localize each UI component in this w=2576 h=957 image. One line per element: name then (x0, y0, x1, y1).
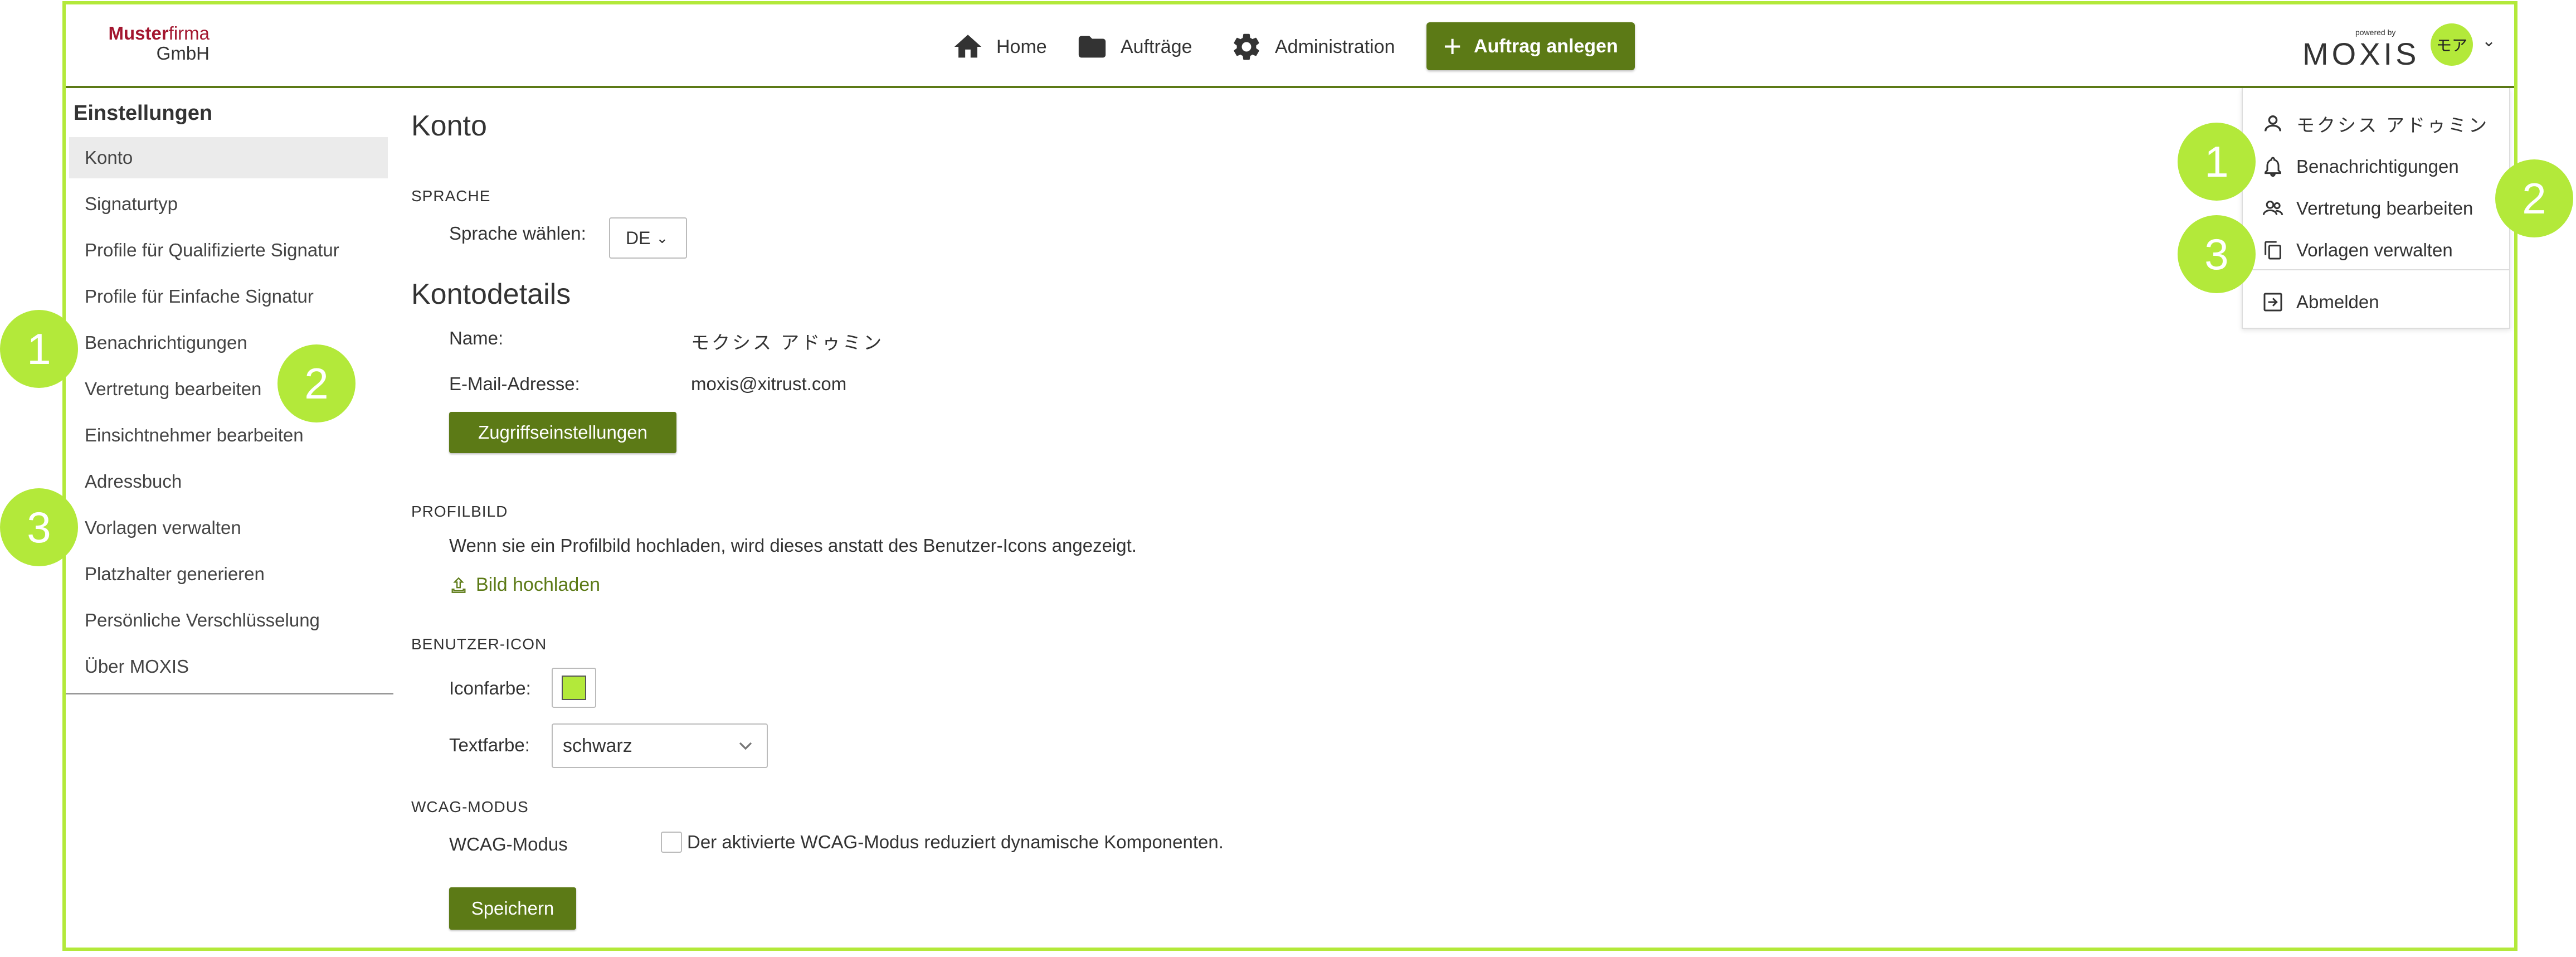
email-value: moxis@xitrust.com (691, 373, 847, 394)
sidebar-item-konto[interactable]: Konto (69, 137, 388, 178)
page-title: Konto (411, 110, 487, 142)
nav-auftraege-label: Aufträge (1121, 36, 1192, 57)
menu-divider (2243, 269, 2509, 270)
wcag-label: WCAG-Modus (449, 834, 568, 854)
menu-item-manage-templates[interactable]: Vorlagen verwalten (2262, 234, 2453, 267)
text-color-value: schwarz (563, 735, 632, 756)
menu-item-notifications-label: Benachrichtigungen (2296, 156, 2459, 177)
chevron-down-icon (739, 742, 752, 750)
menu-item-edit-substitution[interactable]: Vertretung bearbeiten (2262, 192, 2473, 225)
text-color-select[interactable]: schwarz (552, 723, 768, 768)
nav-auftraege[interactable]: Aufträge (1076, 25, 1192, 69)
language-label: Sprache wählen: (449, 223, 586, 244)
logout-icon (2263, 293, 2282, 312)
user-icon (2265, 115, 2281, 132)
users-icon (2262, 201, 2283, 215)
sidebar-item-qualified-signature-profiles[interactable]: Profile für Qualifizierte Signatur (69, 230, 388, 271)
callout-badge: 3 (0, 488, 78, 566)
sidebar-item-generate-placeholders[interactable]: Platzhalter generieren (69, 553, 388, 595)
moxis-brand-logo: powered by MOXIS (2302, 28, 2419, 71)
sidebar-item-edit-viewers[interactable]: Einsichtnehmer bearbeiten (69, 415, 388, 456)
chevron-down-icon: ⌄ (656, 229, 669, 246)
menu-item-user[interactable]: モクシス アドゥミン (2262, 107, 2489, 140)
callout-badge: 3 (2178, 215, 2256, 293)
callout-badge: 2 (2495, 159, 2573, 237)
brand-name: MOXIS (2302, 36, 2420, 71)
name-label: Name: (449, 328, 504, 348)
email-label: E-Mail-Adresse: (449, 373, 580, 394)
language-value: DE (626, 227, 651, 248)
avatar-initials: モア (2436, 37, 2467, 54)
menu-item-logout[interactable]: Abmelden (2262, 285, 2379, 319)
callout-badge: 1 (0, 310, 78, 388)
create-order-button[interactable]: + Auftrag anlegen (1426, 22, 1635, 70)
sidebar-item-manage-templates[interactable]: Vorlagen verwalten (69, 507, 388, 548)
profile-picture-description: Wenn sie ein Profilbild hochladen, wird … (449, 535, 1137, 556)
access-settings-button[interactable]: Zugriffseinstellungen (449, 412, 676, 453)
sidebar-item-about-moxis[interactable]: Über MOXIS (69, 646, 388, 687)
sidebar-item-personal-encryption[interactable]: Persönliche Verschlüsselung (69, 600, 388, 641)
icon-color-swatch (562, 676, 586, 700)
menu-item-edit-substitution-label: Vertretung bearbeiten (2296, 198, 2473, 218)
upload-picture-link[interactable]: Bild hochladen (449, 574, 600, 596)
sidebar-title: Einstellungen (74, 101, 213, 125)
icon-color-picker[interactable] (552, 668, 596, 708)
nav-home-label: Home (996, 36, 1047, 57)
sidebar-item-simple-signature-profiles[interactable]: Profile für Einfache Signatur (69, 276, 388, 317)
icon-color-label: Iconfarbe: (449, 678, 531, 698)
user-menu-dropdown: モクシス アドゥミン Benachrichtigungen Vertretung… (2242, 88, 2510, 329)
wcag-checkbox-text: Der aktivierte WCAG-Modus reduziert dyna… (687, 832, 1224, 852)
folder-icon (1078, 36, 1106, 58)
chevron-down-icon[interactable]: ⌄ (2482, 31, 2496, 51)
top-header: Musterfirma GmbH Home Aufträge Administr… (66, 4, 2514, 88)
language-select[interactable]: DE ⌄ (609, 217, 687, 259)
section-wcag: WCAG-MODUS (411, 798, 529, 815)
app-frame: Musterfirma GmbH Home Aufträge Administr… (62, 1, 2517, 951)
company-logo[interactable]: Musterfirma GmbH (87, 23, 210, 64)
menu-item-logout-label: Abmelden (2296, 292, 2379, 312)
menu-item-user-label: モクシス アドゥミン (2296, 115, 2490, 135)
save-button[interactable]: Speichern (449, 887, 576, 930)
gear-icon (1234, 33, 1259, 60)
section-profile-picture: PROFILBILD (411, 503, 508, 520)
upload-picture-label: Bild hochladen (476, 574, 601, 595)
sidebar-item-signaturtyp[interactable]: Signaturtyp (69, 183, 388, 225)
section-language: SPRACHE (411, 187, 491, 205)
bell-icon (2265, 157, 2281, 177)
menu-item-notifications[interactable]: Benachrichtigungen (2262, 150, 2459, 183)
menu-item-manage-templates-label: Vorlagen verwalten (2296, 240, 2453, 260)
wcag-checkbox[interactable] (661, 832, 682, 853)
account-details-title: Kontodetails (411, 278, 571, 310)
logo-text-firma: firma (168, 23, 210, 43)
upload-icon (451, 577, 466, 593)
home-icon (954, 35, 982, 58)
nav-administration[interactable]: Administration (1230, 25, 1395, 69)
nav-administration-label: Administration (1275, 36, 1395, 57)
section-user-icon: BENUTZER-ICON (411, 635, 547, 653)
sidebar-item-address-book[interactable]: Adressbuch (69, 461, 388, 502)
callout-badge: 2 (277, 344, 356, 422)
plus-icon: + (1443, 28, 1462, 64)
user-avatar[interactable]: モア (2431, 23, 2473, 66)
copy-icon (2265, 241, 2281, 260)
logo-text-gmbh: GmbH (156, 43, 210, 64)
name-value: モクシス アドゥミン (691, 332, 884, 353)
text-color-label: Textfarbe: (449, 735, 530, 755)
callout-badge: 1 (2178, 123, 2256, 201)
nav-home[interactable]: Home (952, 25, 1047, 69)
logo-text-muster: Muster (108, 23, 169, 43)
create-order-label: Auftrag anlegen (1473, 35, 1618, 57)
